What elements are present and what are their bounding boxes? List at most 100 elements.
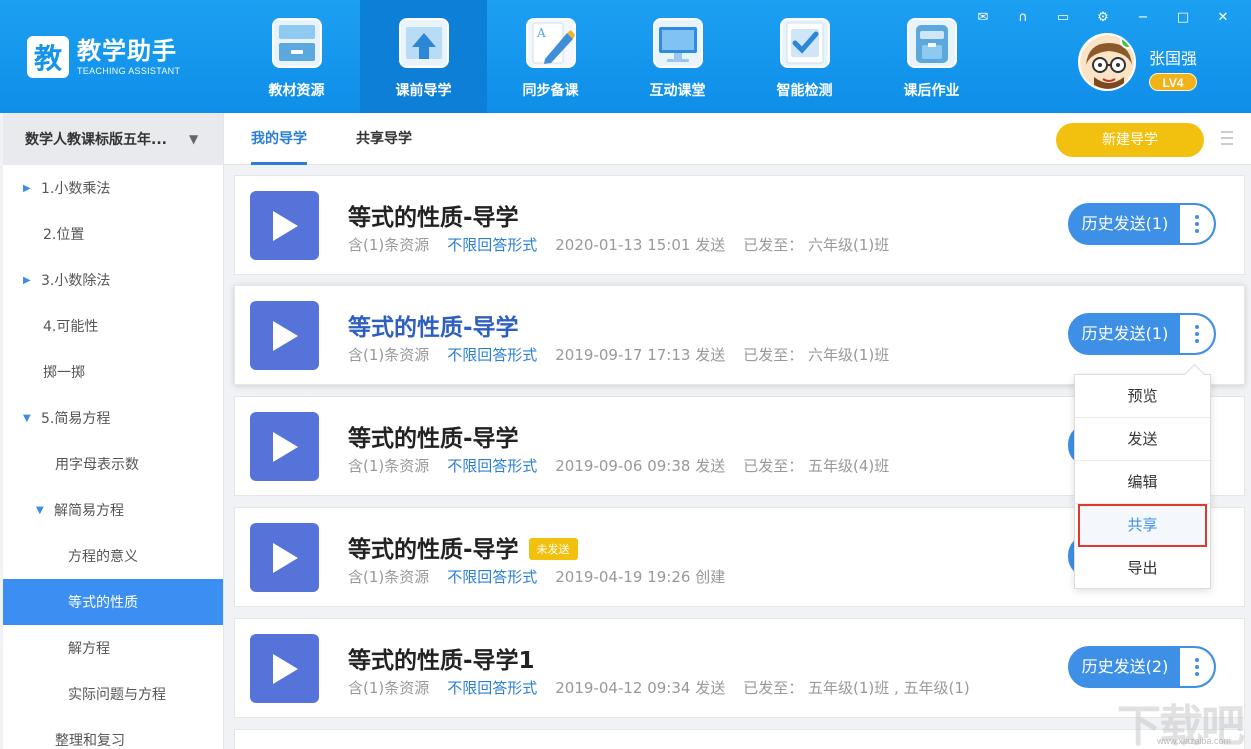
card-actions-menu: 预览 发送 编辑 共享 导出 [1074, 374, 1211, 589]
answer-mode: 不限回答形式 [447, 568, 538, 586]
nav-interactive-class[interactable]: 互动课堂 [614, 0, 741, 113]
app-subtitle: TEACHING ASSISTANT [77, 66, 181, 76]
pen-document-icon: A [523, 15, 579, 71]
history-send-button[interactable]: 历史发送(1) [1068, 203, 1216, 245]
guide-card[interactable]: 等式的性质-导学1 含(1)条资源 不限回答形式 2019-04-12 09:34 … [234, 618, 1245, 718]
maximize-icon[interactable]: □ [1163, 6, 1203, 28]
svg-text:A: A [536, 26, 546, 40]
guide-title[interactable]: 等式的性质-导学1 [348, 641, 535, 675]
textbook-selector[interactable]: 数学人教课标版五年... ▼ [3, 113, 223, 165]
answer-mode: 不限回答形式 [447, 346, 538, 364]
tree-item-letters-as-numbers[interactable]: 用字母表示数 [3, 441, 223, 487]
more-vertical-icon[interactable] [1180, 205, 1214, 243]
tree-item-possibility[interactable]: 4.可能性 [3, 303, 223, 349]
minimize-icon[interactable]: − [1123, 6, 1163, 28]
guide-meta: 含(1)条资源 不限回答形式 2019-04-12 09:34 发送 已发至： 五年级… [348, 677, 970, 698]
menu-item-edit[interactable]: 编辑 [1075, 461, 1210, 504]
play-icon[interactable] [250, 191, 319, 260]
tabs-bar: 我的导学 共享导学 新建导学 [224, 113, 1251, 165]
tree-item-solve-equation[interactable]: 解方程 [3, 625, 223, 671]
tab-my-guides[interactable]: 我的导学 [251, 113, 307, 165]
guide-card[interactable]: 等式的性质-导学 含(1)条资源 不限回答形式 2020-01-13 15:01 发… [234, 175, 1245, 275]
guide-meta: 含(1)条资源 不限回答形式 2020-01-13 15:01 发送 已发至： 六年级… [348, 234, 889, 255]
screen-icon[interactable]: ▭ [1043, 6, 1083, 28]
main-nav: 教材资源 课前导学 A 同步备课 互动课堂 智能检测 课后作业 [233, 0, 995, 113]
caret-down-icon[interactable]: ▼ [189, 132, 198, 146]
tree-item-position[interactable]: 2.位置 [3, 211, 223, 257]
user-name: 张国强 [1149, 49, 1198, 68]
monitor-icon [650, 15, 706, 71]
more-vertical-icon[interactable] [1180, 315, 1214, 353]
nav-sync-lesson-prep[interactable]: A 同步备课 [487, 0, 614, 113]
play-icon[interactable] [250, 523, 319, 592]
history-send-button[interactable]: 历史发送(1) [1068, 313, 1216, 355]
guide-title[interactable]: 等式的性质-导学 [348, 419, 519, 453]
window-controls: ✉ ∩ ▭ ⚙ − □ ✕ [963, 6, 1243, 28]
chapter-sidebar: 数学人教课标版五年... ▼ ▶ 1.小数乘法 2.位置 ▶ 3.小数除法 4.可能… [3, 113, 224, 749]
nav-label: 课后作业 [903, 83, 960, 99]
send-date: 2019-04-12 09:34 发送 [555, 679, 726, 697]
headset-icon[interactable]: ∩ [1003, 6, 1043, 28]
resource-count: 含(1)条资源 [348, 568, 430, 586]
mail-icon[interactable]: ✉ [963, 6, 1003, 28]
caret-down-icon[interactable]: ▼ [36, 505, 54, 516]
history-send-button[interactable]: 历史发送(2) [1068, 646, 1216, 688]
menu-item-send[interactable]: 发送 [1075, 418, 1210, 461]
tree-item-review[interactable]: 整理和复习 [3, 717, 223, 749]
tree-item-decimal-division[interactable]: ▶ 3.小数除法 [3, 257, 223, 303]
hamburger-menu-icon[interactable] [1221, 131, 1233, 145]
play-icon[interactable] [250, 634, 319, 703]
new-guide-button[interactable]: 新建导学 [1056, 123, 1204, 157]
logo-icon: 教 [27, 36, 69, 78]
menu-item-share[interactable]: 共享 [1078, 504, 1207, 547]
nav-smart-test[interactable]: 智能检测 [741, 0, 868, 113]
resource-count: 含(1)条资源 [348, 679, 430, 697]
watermark-url: www.xiazaiba.com [1157, 736, 1232, 746]
app-logo: 教 教学助手 TEACHING ASSISTANT [27, 36, 180, 78]
guide-title[interactable]: 等式的性质-导学 [348, 198, 519, 232]
nav-label: 教材资源 [268, 83, 325, 99]
guide-title[interactable]: 等式的性质-导学 未发送 [348, 530, 578, 564]
nav-pre-class-guide[interactable]: 课前导学 [360, 0, 487, 113]
settings-icon[interactable]: ⚙ [1083, 6, 1123, 28]
tree-item-simple-equations[interactable]: ▼ 5.简易方程 [3, 395, 223, 441]
nav-label: 同步备课 [522, 83, 579, 99]
checklist-icon [777, 15, 833, 71]
tree-item-decimal-multiplication[interactable]: ▶ 1.小数乘法 [3, 165, 223, 211]
guide-card[interactable] [234, 729, 1245, 749]
tab-shared-guides[interactable]: 共享导学 [356, 113, 412, 165]
close-icon[interactable]: ✕ [1203, 6, 1243, 28]
app-title: 教学助手 [77, 37, 177, 65]
sent-to: 已发至： 六年级(1)班 [743, 346, 890, 364]
sent-to: 已发至： 六年级(1)班 [743, 236, 890, 254]
guide-card[interactable]: 等式的性质-导学 含(1)条资源 不限回答形式 2019-09-17 17:13 发… [234, 285, 1245, 385]
avatar[interactable] [1078, 33, 1136, 91]
unsent-badge: 未发送 [528, 538, 578, 560]
play-icon[interactable] [250, 412, 319, 481]
caret-right-icon[interactable]: ▶ [23, 275, 41, 286]
resource-count: 含(1)条资源 [348, 236, 430, 254]
menu-item-export[interactable]: 导出 [1075, 547, 1210, 590]
tree-item-throw[interactable]: 掷一掷 [3, 349, 223, 395]
answer-mode: 不限回答形式 [447, 457, 538, 475]
guide-meta: 含(1)条资源 不限回答形式 2019-04-19 19:26 创建 [348, 566, 743, 587]
tree-item-properties-of-equality[interactable]: 等式的性质 [3, 579, 223, 625]
sent-to: 已发至： 五年级(4)班 [743, 457, 890, 475]
answer-mode: 不限回答形式 [447, 236, 538, 254]
send-date: 2020-01-13 15:01 发送 [555, 236, 726, 254]
user-profile[interactable]: 张国强 LV4 [1078, 33, 1197, 91]
top-header: 教 教学助手 TEACHING ASSISTANT 教材资源 课前导学 A 同步… [0, 0, 1251, 113]
menu-item-preview[interactable]: 预览 [1075, 375, 1210, 418]
nav-textbook-resources[interactable]: 教材资源 [233, 0, 360, 113]
tree-item-practical-problems[interactable]: 实际问题与方程 [3, 671, 223, 717]
textbook-name: 数学人教课标版五年... [25, 132, 167, 148]
more-vertical-icon[interactable] [1180, 648, 1214, 686]
send-date: 2019-09-17 17:13 发送 [555, 346, 726, 364]
tree-item-solve-simple-equations[interactable]: ▼ 解简易方程 [3, 487, 223, 533]
guide-title[interactable]: 等式的性质-导学 [348, 308, 519, 342]
play-icon[interactable] [250, 301, 319, 370]
cabinet-icon [269, 15, 325, 71]
caret-down-icon[interactable]: ▼ [23, 413, 41, 424]
tree-item-meaning-of-equation[interactable]: 方程的意义 [3, 533, 223, 579]
caret-right-icon[interactable]: ▶ [23, 183, 41, 194]
